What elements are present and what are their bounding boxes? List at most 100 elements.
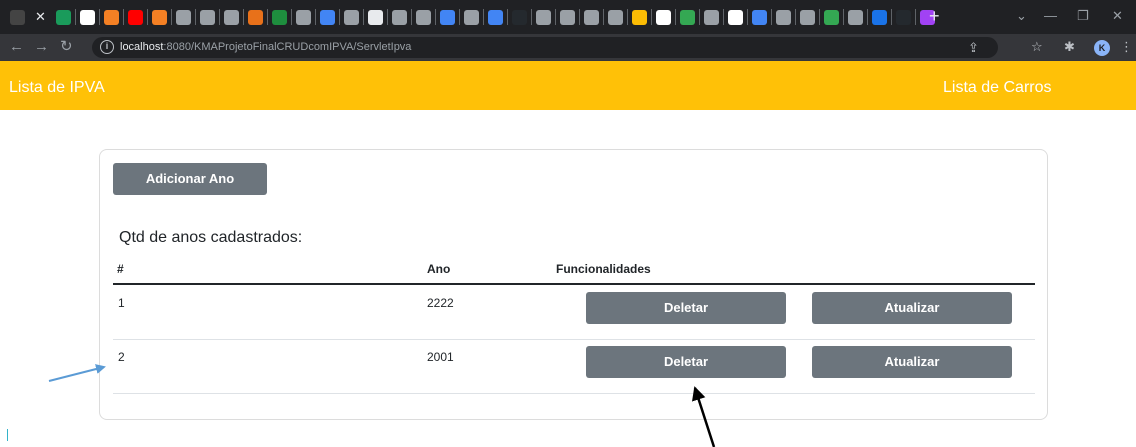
- back-arrow-icon[interactable]: ←: [9, 38, 24, 56]
- meet-icon[interactable]: [440, 9, 455, 25]
- tab-separator: [195, 9, 196, 25]
- row-2-year: 2001: [427, 350, 454, 364]
- globe-icon[interactable]: [704, 9, 719, 25]
- table-row-divider: [113, 393, 1035, 394]
- tab-separator: [795, 9, 796, 25]
- tab-separator: [867, 9, 868, 25]
- table-row-divider: [113, 339, 1035, 340]
- stackoverflow-icon[interactable]: [152, 9, 167, 25]
- update-button[interactable]: Atualizar: [812, 346, 1012, 378]
- reload-icon[interactable]: ↻: [60, 38, 73, 56]
- globe-icon[interactable]: [392, 9, 407, 25]
- tab-separator: [339, 9, 340, 25]
- app-icon[interactable]: [752, 9, 767, 25]
- tab-separator: [579, 9, 580, 25]
- app-icon[interactable]: [248, 9, 263, 25]
- tab-separator: [315, 9, 316, 25]
- app-icon[interactable]: [872, 9, 887, 25]
- delete-button[interactable]: Deletar: [586, 292, 786, 324]
- tab-separator: [363, 9, 364, 25]
- classroom-icon[interactable]: [272, 9, 287, 25]
- tab-separator: [75, 9, 76, 25]
- google-icon[interactable]: [80, 9, 95, 25]
- restore-icon[interactable]: ❐: [1077, 7, 1089, 25]
- emoji-icon[interactable]: [632, 9, 647, 25]
- globe-icon[interactable]: [224, 9, 239, 25]
- star-icon[interactable]: ☆: [1031, 38, 1043, 56]
- nav-link-cars[interactable]: Lista de Carros: [943, 78, 1052, 97]
- delete-button[interactable]: Deletar: [586, 346, 786, 378]
- column-header-year: Ano: [427, 262, 451, 276]
- tab-separator: [819, 9, 820, 25]
- url-text[interactable]: localhost:8080/KMAProjetoFinalCRUDcomIPV…: [120, 41, 411, 54]
- google-icon[interactable]: [728, 9, 743, 25]
- globe-icon[interactable]: [464, 9, 479, 25]
- address-bar[interactable]: i localhost:8080/KMAProjetoFinalCRUDcomI…: [92, 37, 998, 58]
- meet-icon[interactable]: [320, 9, 335, 25]
- profile-avatar[interactable]: K: [1094, 40, 1110, 56]
- github-icon[interactable]: [896, 9, 911, 25]
- tab-separator: [267, 9, 268, 25]
- meet-icon[interactable]: [488, 9, 503, 25]
- tab-separator: [891, 9, 892, 25]
- row-1-year: 2222: [427, 296, 454, 310]
- globe-icon[interactable]: [848, 9, 863, 25]
- tab-separator: [123, 9, 124, 25]
- app-navbar: Lista de IPVA Lista de Carros: [0, 61, 1136, 110]
- stackoverflow-icon[interactable]: [104, 9, 119, 25]
- globe-icon[interactable]: [608, 9, 623, 25]
- tab-separator: [651, 9, 652, 25]
- add-year-button[interactable]: Adicionar Ano: [113, 163, 267, 195]
- edge-mark: [7, 429, 8, 441]
- globe-icon[interactable]: [584, 9, 599, 25]
- app-icon[interactable]: [824, 9, 839, 25]
- globe-icon[interactable]: [536, 9, 551, 25]
- google-icon[interactable]: [656, 9, 671, 25]
- close-tab-icon[interactable]: ✕: [33, 9, 48, 25]
- close-window-icon[interactable]: ✕: [1112, 7, 1123, 25]
- url-path: :8080/KMAProjetoFinalCRUDcomIPVA/Servlet…: [163, 41, 412, 53]
- tab-separator: [603, 9, 604, 25]
- navbar-brand[interactable]: Lista de IPVA: [9, 78, 105, 97]
- tab-separator: [771, 9, 772, 25]
- globe-icon[interactable]: [560, 9, 575, 25]
- tab-separator: [699, 9, 700, 25]
- update-button[interactable]: Atualizar: [812, 292, 1012, 324]
- tab-separator: [507, 9, 508, 25]
- tab-separator: [243, 9, 244, 25]
- tab-separator: [843, 9, 844, 25]
- github-icon[interactable]: [512, 9, 527, 25]
- globe-icon[interactable]: [776, 9, 791, 25]
- tab-separator: [531, 9, 532, 25]
- globe-icon[interactable]: [344, 9, 359, 25]
- tab-separator: [411, 9, 412, 25]
- app-icon[interactable]: [680, 9, 695, 25]
- menu-kebab-icon[interactable]: ⋮: [1120, 38, 1133, 56]
- forward-arrow-icon[interactable]: →: [34, 38, 49, 56]
- chevron-down-icon[interactable]: ⌄: [1016, 7, 1027, 25]
- share-icon[interactable]: ⇪: [968, 39, 979, 57]
- tab-separator: [171, 9, 172, 25]
- tab-separator: [147, 9, 148, 25]
- new-tab-button[interactable]: +: [929, 6, 940, 26]
- globe-icon[interactable]: [416, 9, 431, 25]
- tab-separator: [747, 9, 748, 25]
- globe-icon[interactable]: [176, 9, 191, 25]
- globe-icon[interactable]: [800, 9, 815, 25]
- tab-separator: [219, 9, 220, 25]
- webflow-icon[interactable]: [56, 9, 71, 25]
- info-icon[interactable]: i: [100, 40, 114, 54]
- tab-separator: [291, 9, 292, 25]
- years-count-title: Qtd de anos cadastrados:: [119, 229, 303, 246]
- row-2-index: 2: [118, 350, 125, 364]
- globe-icon[interactable]: [200, 9, 215, 25]
- globe-icon[interactable]: [296, 9, 311, 25]
- minimize-icon[interactable]: —: [1044, 7, 1057, 25]
- app-icon[interactable]: [10, 9, 25, 25]
- row-1-index: 1: [118, 296, 125, 310]
- table-header-divider: [113, 283, 1035, 285]
- extensions-puzzle-icon[interactable]: ✱: [1064, 38, 1075, 56]
- amazon-icon[interactable]: [368, 9, 383, 25]
- youtube-icon[interactable]: [128, 9, 143, 25]
- tab-separator: [99, 9, 100, 25]
